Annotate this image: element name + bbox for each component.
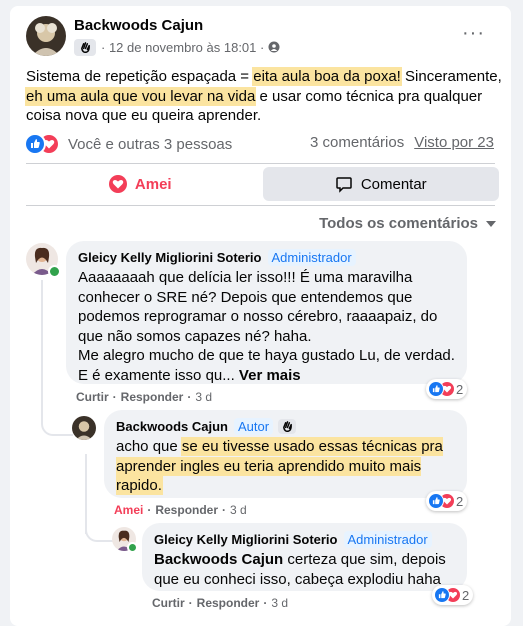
- comment-sort-dropdown[interactable]: Todos os comentários: [319, 215, 496, 232]
- comment-reactions[interactable]: 2: [432, 585, 474, 605]
- role-badge: Autor: [233, 418, 274, 435]
- comment-bubble: Gleicy Kelly Migliorini Soterio Administ…: [66, 241, 467, 384]
- comment-actions: Curtir · Responder · 3 d: [76, 390, 213, 404]
- comment-actions: Curtir · Responder · 3 d: [152, 596, 289, 610]
- comment-bubble: Gleicy Kelly Migliorini Soterio Administ…: [142, 523, 467, 591]
- comment-button[interactable]: Comentar: [262, 167, 499, 201]
- reply-link[interactable]: Responder: [197, 596, 260, 610]
- caret-down-icon: [486, 220, 496, 227]
- post-author-name[interactable]: Backwoods Cajun: [74, 17, 203, 34]
- comment-actions: Amei · Responder · 3 d: [114, 503, 247, 517]
- post-stats: 3 comentários Visto por 23: [310, 134, 494, 151]
- post-text: Sistema de repetição espaçada = eita aul…: [26, 68, 502, 124]
- comment-icon: [336, 177, 352, 193]
- like-link[interactable]: Curtir: [152, 596, 185, 610]
- thread-line: [41, 280, 43, 420]
- highlight: eh uma aula que vou levar na vida: [26, 87, 256, 105]
- thread-curve: [41, 408, 73, 436]
- like-reaction-icon: [434, 587, 450, 603]
- reaction-summary[interactable]: Você e outras 3 pessoas: [24, 133, 233, 155]
- author-avatar[interactable]: [26, 16, 66, 56]
- online-status-dot: [48, 265, 61, 278]
- wave-badge-icon: [74, 38, 96, 56]
- comment-reactions[interactable]: 2: [426, 379, 468, 399]
- reply-link[interactable]: Responder: [121, 390, 184, 404]
- like-reaction-icon: [428, 381, 444, 397]
- comment-text: acho que se eu tivesse usado essas técni…: [116, 438, 443, 494]
- reply-link[interactable]: Responder: [155, 503, 218, 517]
- like-reaction-icon: [428, 493, 444, 509]
- love-link[interactable]: Amei: [114, 503, 143, 517]
- highlight: eita aula boa da poxa!: [253, 68, 401, 85]
- more-options-icon[interactable]: ···: [462, 23, 486, 43]
- comment-text: Backwoods Cajun certeza que sim, depois …: [154, 551, 446, 588]
- comment-author[interactable]: Gleicy Kelly Migliorini Soterio: [78, 250, 262, 265]
- comment-reactions[interactable]: 2: [426, 491, 468, 511]
- love-button[interactable]: Amei: [22, 167, 259, 201]
- commenter-avatar[interactable]: [72, 416, 96, 440]
- post-card: Backwoods Cajun · 12 de novembro às 18:0…: [10, 6, 511, 626]
- post-date[interactable]: 12 de novembro às 18:01: [109, 40, 256, 55]
- like-link[interactable]: Curtir: [76, 390, 109, 404]
- like-reaction-icon: [24, 133, 46, 155]
- wave-badge-icon: [278, 419, 297, 434]
- post-dot: ·: [101, 39, 109, 55]
- post-meta: · 12 de novembro às 18:01 ·: [74, 38, 280, 56]
- divider: [26, 163, 495, 164]
- comment-author[interactable]: Backwoods Cajun: [116, 419, 228, 434]
- comment-time[interactable]: 3 d: [230, 503, 247, 517]
- see-more-link[interactable]: Ver mais: [239, 367, 301, 384]
- comment-time[interactable]: 3 d: [271, 596, 288, 610]
- comment-time[interactable]: 3 d: [195, 390, 212, 404]
- comment-text: Aaaaaaaah que delícia ler isso!!! É uma …: [78, 269, 455, 384]
- role-badge: Administrador: [343, 531, 432, 548]
- comments-count[interactable]: 3 comentários: [310, 134, 404, 151]
- comment-bubble: Backwoods Cajun Autor acho que se eu tiv…: [104, 410, 467, 498]
- seen-by[interactable]: Visto por 23: [414, 134, 494, 151]
- reactions-text: Você e outras 3 pessoas: [68, 135, 233, 153]
- audience-group-icon: [268, 41, 280, 53]
- thread-curve: [85, 518, 113, 542]
- role-badge: Administrador: [267, 249, 356, 266]
- comment-author[interactable]: Gleicy Kelly Migliorini Soterio: [154, 532, 338, 547]
- online-status-dot: [127, 542, 138, 553]
- love-icon: [108, 175, 127, 193]
- divider: [26, 205, 495, 206]
- post-actions: Amei Comentar: [22, 167, 499, 201]
- mention-link[interactable]: Backwoods Cajun: [154, 551, 283, 568]
